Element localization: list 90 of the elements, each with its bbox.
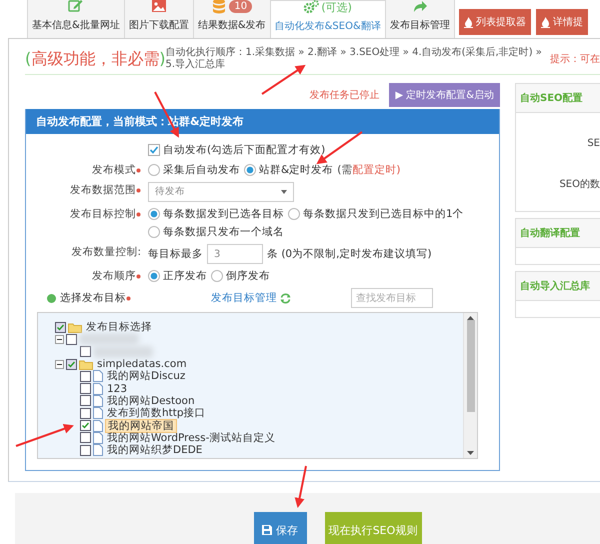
save-button[interactable]: 保存 bbox=[254, 512, 306, 544]
annotation-arrow bbox=[261, 64, 306, 95]
tab-label: 自动化发布&SEO&翻译 bbox=[274, 20, 381, 33]
gears-icon bbox=[303, 0, 320, 15]
tab-label: 发布目标管理 bbox=[390, 18, 450, 32]
radio-option[interactable]: 每条数据发到已选各目标 bbox=[148, 206, 284, 222]
tree-item[interactable]: 发布目标选择 bbox=[84, 321, 154, 334]
radio-option[interactable]: 采集后自动发布 bbox=[148, 162, 240, 178]
tree-item[interactable]: simpledatas.com bbox=[95, 358, 189, 370]
checkbox[interactable] bbox=[66, 358, 77, 370]
checkbox[interactable] bbox=[80, 346, 91, 358]
scroll-down-icon bbox=[467, 451, 474, 455]
file-icon bbox=[93, 370, 103, 382]
field-label: 选择发布目标 bbox=[60, 291, 131, 305]
schedule-button[interactable]: ▶ 定时发布配置&启动 bbox=[389, 83, 500, 107]
field-label: 发布数量控制: bbox=[71, 246, 141, 258]
panel-text: SE bbox=[587, 138, 600, 149]
tree-item[interactable]: 我的网站帝国 bbox=[105, 418, 177, 433]
radio-option[interactable]: 倒序发布 bbox=[211, 268, 270, 284]
scrollbar[interactable] bbox=[463, 313, 477, 458]
panel-text: SEO的数 bbox=[559, 178, 600, 191]
hint-text: 提示：可在 bbox=[550, 53, 600, 66]
field-prefix: 每目标最多 bbox=[148, 247, 203, 262]
field-hint: 条 (0为不限制,定时发布建议填写) bbox=[267, 247, 432, 262]
checkbox[interactable] bbox=[55, 322, 66, 333]
note-text: (需配置定时) bbox=[337, 163, 400, 178]
checkbox[interactable] bbox=[66, 334, 77, 345]
checkbox[interactable] bbox=[80, 370, 91, 382]
database-icon bbox=[211, 0, 228, 14]
tab[interactable]: 图片下载配置 bbox=[124, 0, 194, 38]
status-dot-icon bbox=[47, 294, 56, 302]
file-icon bbox=[93, 394, 103, 407]
tab-label: 图片下载配置 bbox=[128, 18, 189, 32]
tab[interactable]: 基本信息&批量网址 bbox=[27, 0, 125, 38]
tab-label: 基本信息&批量网址 bbox=[32, 18, 120, 32]
tab[interactable]: 发布目标管理 bbox=[384, 0, 455, 38]
page-heading: (高级功能，非必需) bbox=[25, 48, 166, 70]
folder-icon bbox=[79, 358, 93, 370]
picture-icon bbox=[150, 0, 167, 14]
panel-title: 自动翻译配置 bbox=[516, 219, 600, 248]
checkbox[interactable] bbox=[80, 408, 91, 419]
count-badge: 10 bbox=[229, 0, 252, 12]
radio-option[interactable]: 每条数据只发到已选目标中的1个 bbox=[288, 206, 464, 222]
tree-item[interactable]: 发布到简数http接口 bbox=[105, 407, 208, 420]
required-mark-icon bbox=[126, 296, 131, 301]
field-label: 发布模式 bbox=[92, 164, 141, 176]
tree-item[interactable]: 我的网站织梦DEDE bbox=[105, 444, 204, 456]
file-icon bbox=[93, 444, 103, 456]
checkbox[interactable] bbox=[80, 395, 91, 406]
optional-label: (可选) bbox=[321, 0, 352, 14]
tab-label: 结果数据&发布 bbox=[198, 18, 266, 32]
file-icon bbox=[93, 407, 103, 420]
refresh-icon bbox=[280, 292, 291, 304]
checkbox[interactable] bbox=[80, 383, 91, 394]
file-icon bbox=[93, 382, 103, 395]
radio-option[interactable]: 正序发布 bbox=[148, 268, 207, 284]
edit-icon bbox=[68, 0, 84, 14]
checkbox[interactable] bbox=[80, 444, 91, 456]
field-label: 发布目标控制 bbox=[70, 208, 141, 220]
file-icon bbox=[93, 432, 103, 444]
tab[interactable]: 10 结果数据&发布 bbox=[192, 0, 271, 38]
flame-icon bbox=[464, 16, 473, 28]
dropdown[interactable]: 待发布 bbox=[148, 182, 294, 202]
checkbox[interactable] bbox=[80, 420, 91, 432]
task-status-text: 发布任务已停止 bbox=[309, 88, 380, 102]
execution-order-text: 自动化执行顺序：1.采集数据 » 2.翻译 » 3.SEO处理 » 4.自动发布(采集后,非定时) » 5.导入汇总库 bbox=[166, 47, 542, 71]
field-label: 发布数据范围 bbox=[70, 184, 141, 196]
share-arrow-icon bbox=[412, 0, 428, 14]
panel-title: 自动SEO配置 bbox=[516, 84, 600, 113]
caret-icon bbox=[281, 190, 287, 194]
radio-option[interactable]: 每条数据只发布一个域名 bbox=[148, 224, 284, 240]
annotation-arrow bbox=[294, 466, 307, 508]
folder-icon bbox=[68, 322, 82, 333]
annotation-arrow bbox=[16, 424, 74, 447]
radio-option[interactable]: 站群&定时发布 bbox=[244, 162, 334, 178]
search-field[interactable]: 查找发布目标 bbox=[351, 288, 433, 308]
flame-icon bbox=[540, 16, 550, 28]
panel-title: 自动导入汇总库 bbox=[516, 272, 600, 301]
number-field[interactable]: 3 bbox=[207, 244, 263, 264]
tree-item[interactable]: 我的网站Destoon bbox=[105, 394, 197, 407]
manage-link[interactable]: 发布目标管理 bbox=[211, 291, 277, 305]
tool-button[interactable]: 列表提取器 bbox=[458, 9, 531, 35]
field-label: 发布顺序 bbox=[92, 270, 141, 282]
tree-item[interactable]: 我的网站WordPress-测试站自定义 bbox=[105, 432, 278, 444]
tree-item[interactable]: 123 bbox=[105, 382, 130, 395]
file-icon bbox=[93, 420, 103, 432]
checkbox-option[interactable]: 自动发布(勾选后下面配置才有效) bbox=[148, 142, 326, 158]
checkbox[interactable] bbox=[80, 432, 91, 444]
tool-button[interactable]: 详情提 bbox=[536, 9, 588, 35]
tree-item[interactable]: 我的网站Discuz bbox=[105, 370, 188, 382]
